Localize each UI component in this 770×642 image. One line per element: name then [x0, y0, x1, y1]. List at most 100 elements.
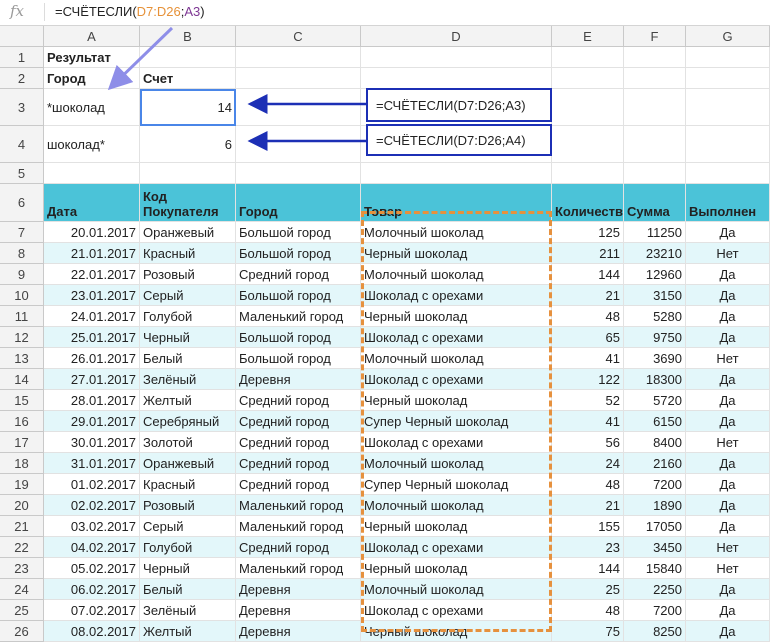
quantity-cell[interactable]: 155	[552, 516, 624, 537]
completed-cell[interactable]: Да	[686, 306, 770, 327]
product-cell[interactable]: Супер Черный шоколад	[361, 411, 552, 432]
customer-cell[interactable]: Зелёный	[140, 369, 236, 390]
header-customer-code[interactable]: Код Покупателя	[140, 184, 236, 222]
row-header[interactable]: 21	[0, 516, 44, 537]
header-date[interactable]: Дата	[44, 184, 140, 222]
product-cell[interactable]: Шоколад с орехами	[361, 369, 552, 390]
cell[interactable]	[686, 47, 770, 68]
city-cell[interactable]: Маленький город	[236, 306, 361, 327]
cell[interactable]	[552, 163, 624, 184]
date-cell[interactable]: 27.01.2017	[44, 369, 140, 390]
date-cell[interactable]: 31.01.2017	[44, 453, 140, 474]
column-header-e[interactable]: E	[552, 26, 624, 47]
row-header[interactable]: 3	[0, 89, 44, 126]
date-cell[interactable]: 26.01.2017	[44, 348, 140, 369]
product-cell[interactable]: Черный шоколад	[361, 243, 552, 264]
completed-cell[interactable]: Да	[686, 369, 770, 390]
completed-cell[interactable]: Да	[686, 600, 770, 621]
summary-city-label[interactable]: Город	[44, 68, 140, 89]
row-header[interactable]: 7	[0, 222, 44, 243]
product-cell[interactable]: Черный шоколад	[361, 516, 552, 537]
cell[interactable]	[236, 126, 361, 163]
quantity-cell[interactable]: 48	[552, 600, 624, 621]
column-header-f[interactable]: F	[624, 26, 686, 47]
result-cell-1[interactable]: 14	[140, 89, 236, 126]
product-cell[interactable]: Молочный шоколад	[361, 264, 552, 285]
quantity-cell[interactable]: 48	[552, 306, 624, 327]
cell[interactable]	[624, 126, 686, 163]
column-header-c[interactable]: C	[236, 26, 361, 47]
row-header[interactable]: 18	[0, 453, 44, 474]
date-cell[interactable]: 04.02.2017	[44, 537, 140, 558]
city-cell[interactable]: Средний город	[236, 453, 361, 474]
product-cell[interactable]: Молочный шоколад	[361, 495, 552, 516]
cell[interactable]	[44, 163, 140, 184]
cell[interactable]	[552, 68, 624, 89]
completed-cell[interactable]: Да	[686, 285, 770, 306]
city-cell[interactable]: Средний город	[236, 390, 361, 411]
customer-cell[interactable]: Серый	[140, 516, 236, 537]
cell[interactable]	[140, 47, 236, 68]
result-cell-2[interactable]: 6	[140, 126, 236, 163]
row-header[interactable]: 11	[0, 306, 44, 327]
column-header-g[interactable]: G	[686, 26, 770, 47]
cell[interactable]	[361, 68, 552, 89]
city-cell[interactable]: Большой город	[236, 327, 361, 348]
customer-cell[interactable]: Зелёный	[140, 600, 236, 621]
customer-cell[interactable]: Желтый	[140, 390, 236, 411]
cell[interactable]	[236, 47, 361, 68]
product-cell[interactable]: Черный шоколад	[361, 390, 552, 411]
city-cell[interactable]: Маленький город	[236, 495, 361, 516]
header-quantity[interactable]: Количество	[552, 184, 624, 222]
city-cell[interactable]: Средний город	[236, 264, 361, 285]
date-cell[interactable]: 28.01.2017	[44, 390, 140, 411]
cell[interactable]	[140, 163, 236, 184]
completed-cell[interactable]: Да	[686, 222, 770, 243]
quantity-cell[interactable]: 122	[552, 369, 624, 390]
completed-cell[interactable]: Да	[686, 327, 770, 348]
cell[interactable]	[686, 89, 770, 126]
header-city[interactable]: Город	[236, 184, 361, 222]
product-cell[interactable]: Шоколад с орехами	[361, 285, 552, 306]
product-cell[interactable]: Черный шоколад	[361, 306, 552, 327]
city-cell[interactable]: Маленький город	[236, 558, 361, 579]
sum-cell[interactable]: 3690	[624, 348, 686, 369]
product-cell[interactable]: Черный шоколад	[361, 558, 552, 579]
row-header[interactable]: 25	[0, 600, 44, 621]
summary-count-label[interactable]: Счет	[140, 68, 236, 89]
sum-cell[interactable]: 15840	[624, 558, 686, 579]
header-product[interactable]: Товар	[361, 184, 552, 222]
sum-cell[interactable]: 1890	[624, 495, 686, 516]
sum-cell[interactable]: 11250	[624, 222, 686, 243]
date-cell[interactable]: 01.02.2017	[44, 474, 140, 495]
cell[interactable]	[624, 89, 686, 126]
date-cell[interactable]: 23.01.2017	[44, 285, 140, 306]
completed-cell[interactable]: Да	[686, 264, 770, 285]
row-header[interactable]: 16	[0, 411, 44, 432]
customer-cell[interactable]: Золотой	[140, 432, 236, 453]
cell[interactable]	[686, 163, 770, 184]
quantity-cell[interactable]: 144	[552, 264, 624, 285]
quantity-cell[interactable]: 23	[552, 537, 624, 558]
completed-cell[interactable]: Нет	[686, 243, 770, 264]
row-header[interactable]: 9	[0, 264, 44, 285]
city-cell[interactable]: Средний город	[236, 432, 361, 453]
date-cell[interactable]: 25.01.2017	[44, 327, 140, 348]
sum-cell[interactable]: 3150	[624, 285, 686, 306]
quantity-cell[interactable]: 52	[552, 390, 624, 411]
sum-cell[interactable]: 6150	[624, 411, 686, 432]
cell[interactable]	[624, 68, 686, 89]
row-header[interactable]: 1	[0, 47, 44, 68]
cell[interactable]	[552, 47, 624, 68]
date-cell[interactable]: 20.01.2017	[44, 222, 140, 243]
row-header[interactable]: 8	[0, 243, 44, 264]
row-header[interactable]: 4	[0, 126, 44, 163]
select-all-corner[interactable]	[0, 26, 44, 47]
cell[interactable]	[624, 163, 686, 184]
quantity-cell[interactable]: 125	[552, 222, 624, 243]
product-cell[interactable]: Молочный шоколад	[361, 348, 552, 369]
city-cell[interactable]: Большой город	[236, 222, 361, 243]
cell[interactable]	[552, 89, 624, 126]
column-header-d[interactable]: D	[361, 26, 552, 47]
product-cell[interactable]: Молочный шоколад	[361, 579, 552, 600]
